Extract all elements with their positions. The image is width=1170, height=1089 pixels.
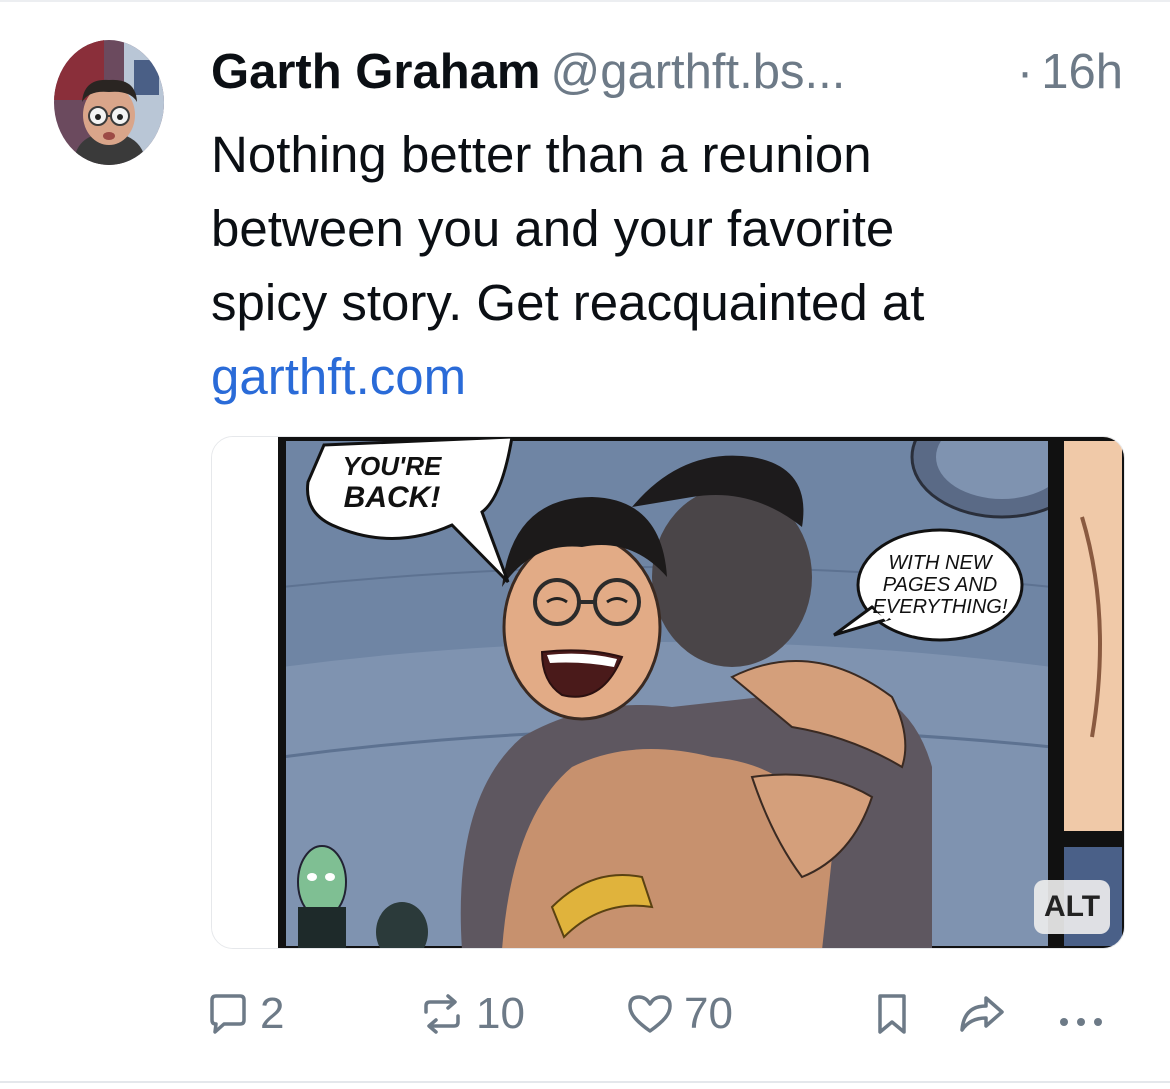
author-display-name[interactable]: Garth Graham [211,45,540,99]
post-header: Garth Graham @garthft.bs... · 16h [211,40,1131,104]
separator-dot: · [1016,45,1034,99]
share-button[interactable] [958,984,1006,1044]
repost-icon [418,992,466,1036]
bubble-1-line-1: YOU'RE [343,451,442,481]
post-text: Nothing better than a reunion between yo… [211,118,1111,414]
alt-text-badge[interactable]: ALT [1034,880,1110,934]
repost-count: 10 [476,989,525,1038]
post-time: 16h [1041,45,1123,99]
bubble-2-line-3: EVERYTHING! [873,596,1008,618]
post-text-line: Nothing better than a reunion [211,126,872,183]
author-handle[interactable]: @garthft.bs... [550,45,845,99]
bubble-1-line-2: BACK! [344,481,441,514]
share-icon [958,992,1006,1036]
bubble-2-line-1: WITH NEW [888,552,993,574]
heart-icon [626,992,674,1036]
post-image[interactable]: YOU'RE BACK! WITH NEW PAGES AND EVERYTHI… [211,436,1125,949]
like-button[interactable]: 70 [626,984,733,1044]
reply-icon [206,992,250,1036]
repost-button[interactable]: 10 [418,984,525,1044]
bottom-divider [0,1081,1170,1083]
more-icon [1056,992,1106,1036]
post-text-line: between you and your favorite [211,200,895,257]
bookmark-icon [874,992,910,1036]
like-count: 70 [684,989,733,1038]
author-avatar[interactable] [54,40,164,165]
post-text-line: spicy story. Get reacquainted at [211,274,925,331]
post-actions: 2 10 70 [206,984,1126,1044]
post-timestamp[interactable]: · 16h [1017,40,1123,104]
more-options-button[interactable] [1056,984,1106,1044]
reply-button[interactable]: 2 [206,984,284,1044]
bubble-2-line-2: PAGES AND [883,574,997,596]
post-link[interactable]: garthft.com [211,340,1111,414]
reply-count: 2 [260,989,285,1038]
bookmark-button[interactable] [874,984,910,1044]
top-divider [0,0,1170,2]
